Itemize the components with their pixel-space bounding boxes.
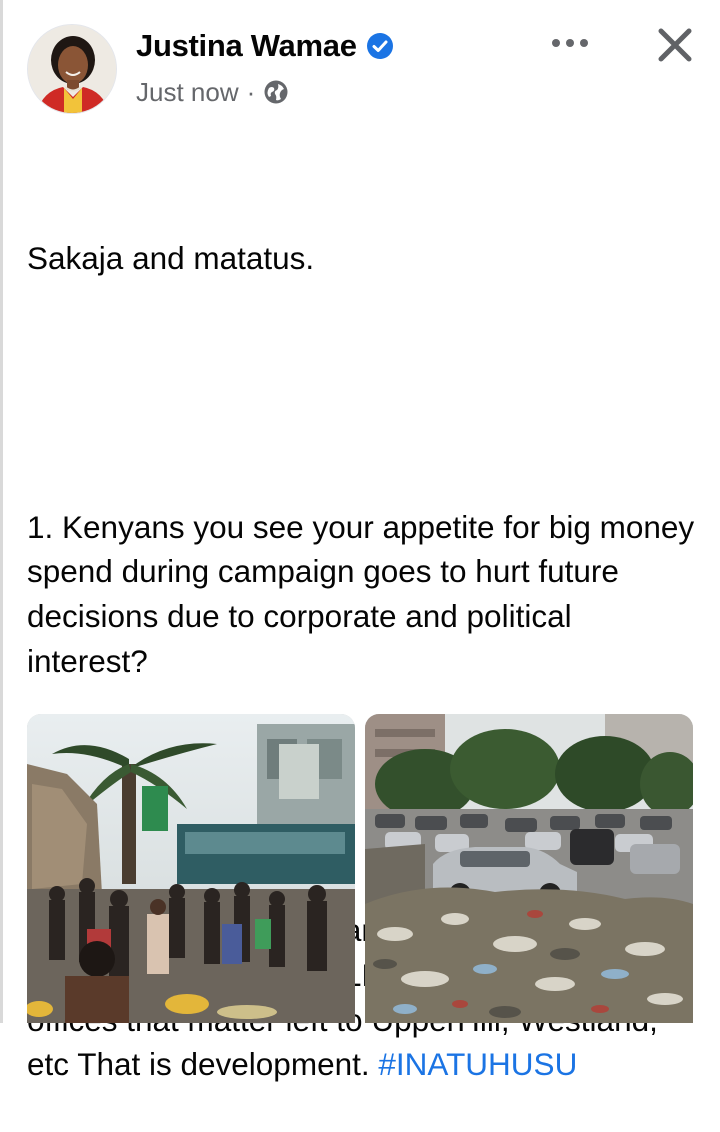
post-line-1: Sakaja and matatus.	[27, 239, 315, 276]
meta-separator: ·	[246, 76, 256, 107]
author-row: Justina Wamae	[136, 26, 394, 66]
more-options-button[interactable]	[546, 28, 594, 58]
post-timestamp[interactable]: Just now	[136, 77, 239, 108]
photo-garbage-car-park[interactable]	[365, 714, 693, 1023]
post-paragraph-1: 1. Kenyans you see your appetite for big…	[27, 508, 703, 679]
more-horizontal-icon	[552, 39, 588, 47]
window-left-edge	[0, 0, 3, 1023]
post-header: Justina Wamae Just now ·	[0, 0, 720, 130]
photo-street-market[interactable]	[27, 714, 355, 1023]
close-button[interactable]	[650, 20, 700, 70]
post-photos	[27, 714, 693, 1023]
author-name[interactable]: Justina Wamae	[136, 28, 357, 64]
close-icon	[658, 28, 692, 62]
author-avatar[interactable]	[27, 24, 117, 114]
globe-icon[interactable]	[263, 79, 289, 105]
post-meta: Just now ·	[136, 74, 289, 110]
verified-badge-icon	[366, 32, 394, 60]
hashtag-link[interactable]: #INATUHUSU	[378, 1046, 577, 1082]
